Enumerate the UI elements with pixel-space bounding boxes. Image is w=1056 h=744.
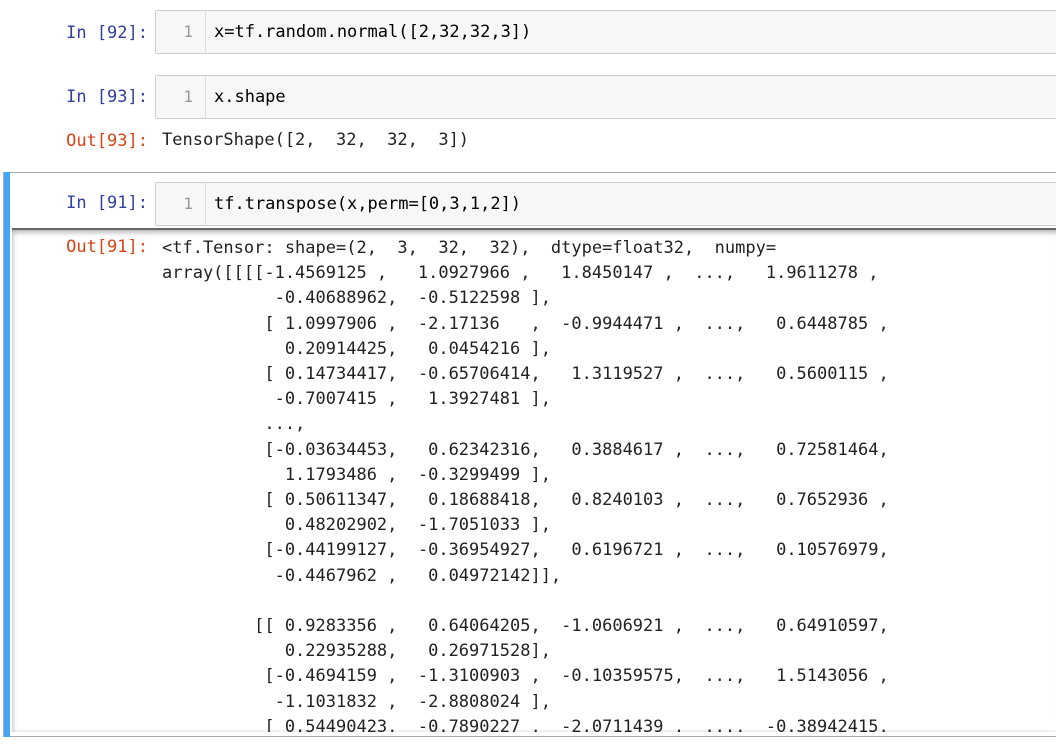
output-line: -0.7007415 , 1.3927481 ], (162, 389, 551, 410)
output-line: 0.22935288, 0.26971528], (162, 641, 551, 662)
code-editor[interactable]: 1 tf.transpose(x,perm=[0,3,1,2]) (155, 182, 1056, 226)
output-line: array([[[[-1.4569125 , 1.0927966 , 1.845… (162, 263, 879, 284)
notebook: In [92]: 1 x=tf.random.normal([2,32,32,3… (0, 0, 1056, 744)
code-text: x=tf.random.normal([2,32,32,3]) (214, 22, 532, 42)
output-line: -0.40688962, -0.5122598 ], (162, 288, 551, 309)
selected-cell-indicator (4, 172, 10, 737)
input-prompt: In [91]: (66, 193, 148, 213)
output-line: <tf.Tensor: shape=(2, 3, 32, 32), dtype=… (162, 238, 777, 258)
output-line: -1.1031832 , -2.8808024 ], (162, 691, 551, 712)
code-editor[interactable]: 1 x.shape (155, 75, 1056, 119)
code-line[interactable]: x.shape (214, 76, 286, 118)
output-line: [-0.4694159 , -1.3100903 , -0.10359575, … (162, 666, 889, 687)
output-line: 0.20914425, 0.0454216 ], (162, 338, 551, 359)
output-line: [-0.03634453, 0.62342316, 0.3884617 , ..… (162, 439, 889, 460)
output-line: ..., (162, 414, 306, 435)
output-scroll-area[interactable]: Out[91]: <tf.Tensor: shape=(2, 3, 32, 32… (12, 228, 1056, 732)
output-text: TensorShape([2, 32, 32, 3]) (162, 130, 470, 150)
output-prompt: Out[91]: (66, 237, 148, 257)
code-cell-92[interactable]: In [92]: 1 x=tf.random.normal([2,32,32,3… (0, 10, 1056, 56)
line-number: 1 (156, 76, 206, 118)
output-line: [-0.44199127, -0.36954927, 0.6196721 , .… (162, 540, 889, 561)
tensor-output: <tf.Tensor: shape=(2, 3, 32, 32), dtype=… (162, 236, 889, 732)
output-line: [ 0.14734417, -0.65706414, 1.3119527 , .… (162, 364, 889, 385)
output-line: 1.1793486 , -0.3299499 ], (162, 464, 551, 485)
code-line[interactable]: x=tf.random.normal([2,32,32,3]) (214, 11, 531, 53)
output-line: -0.4467962 , 0.04972142]], (162, 565, 562, 586)
output-line: [ 0.50611347, 0.18688418, 0.8240103 , ..… (162, 490, 889, 511)
output-line: 0.48202902, -1.7051033 ], (162, 515, 551, 536)
line-number: 1 (156, 11, 206, 53)
code-line[interactable]: tf.transpose(x,perm=[0,3,1,2]) (214, 183, 521, 225)
input-prompt: In [93]: (66, 87, 148, 107)
code-cell-93[interactable]: In [93]: 1 x.shape Out[93]: TensorShape(… (0, 75, 1056, 165)
code-cell-91[interactable]: In [91]: 1 tf.transpose(x,perm=[0,3,1,2]… (0, 182, 1056, 228)
input-prompt: In [92]: (66, 23, 148, 43)
code-editor[interactable]: 1 x=tf.random.normal([2,32,32,3]) (155, 10, 1056, 54)
output-line: [ 1.0997906 , -2.17136 , -0.9944471 , ..… (162, 313, 889, 334)
line-number: 1 (156, 183, 206, 225)
code-text: x.shape (214, 87, 286, 107)
output-prompt: Out[93]: (66, 131, 148, 151)
output-line: [ 0.54490423, -0.7890227 , -2.0711439 , … (162, 716, 889, 732)
output-line: [[ 0.9283356 , 0.64064205, -1.0606921 , … (162, 616, 889, 637)
code-text: tf.transpose(x,perm=[0,3,1,2]) (214, 194, 522, 214)
